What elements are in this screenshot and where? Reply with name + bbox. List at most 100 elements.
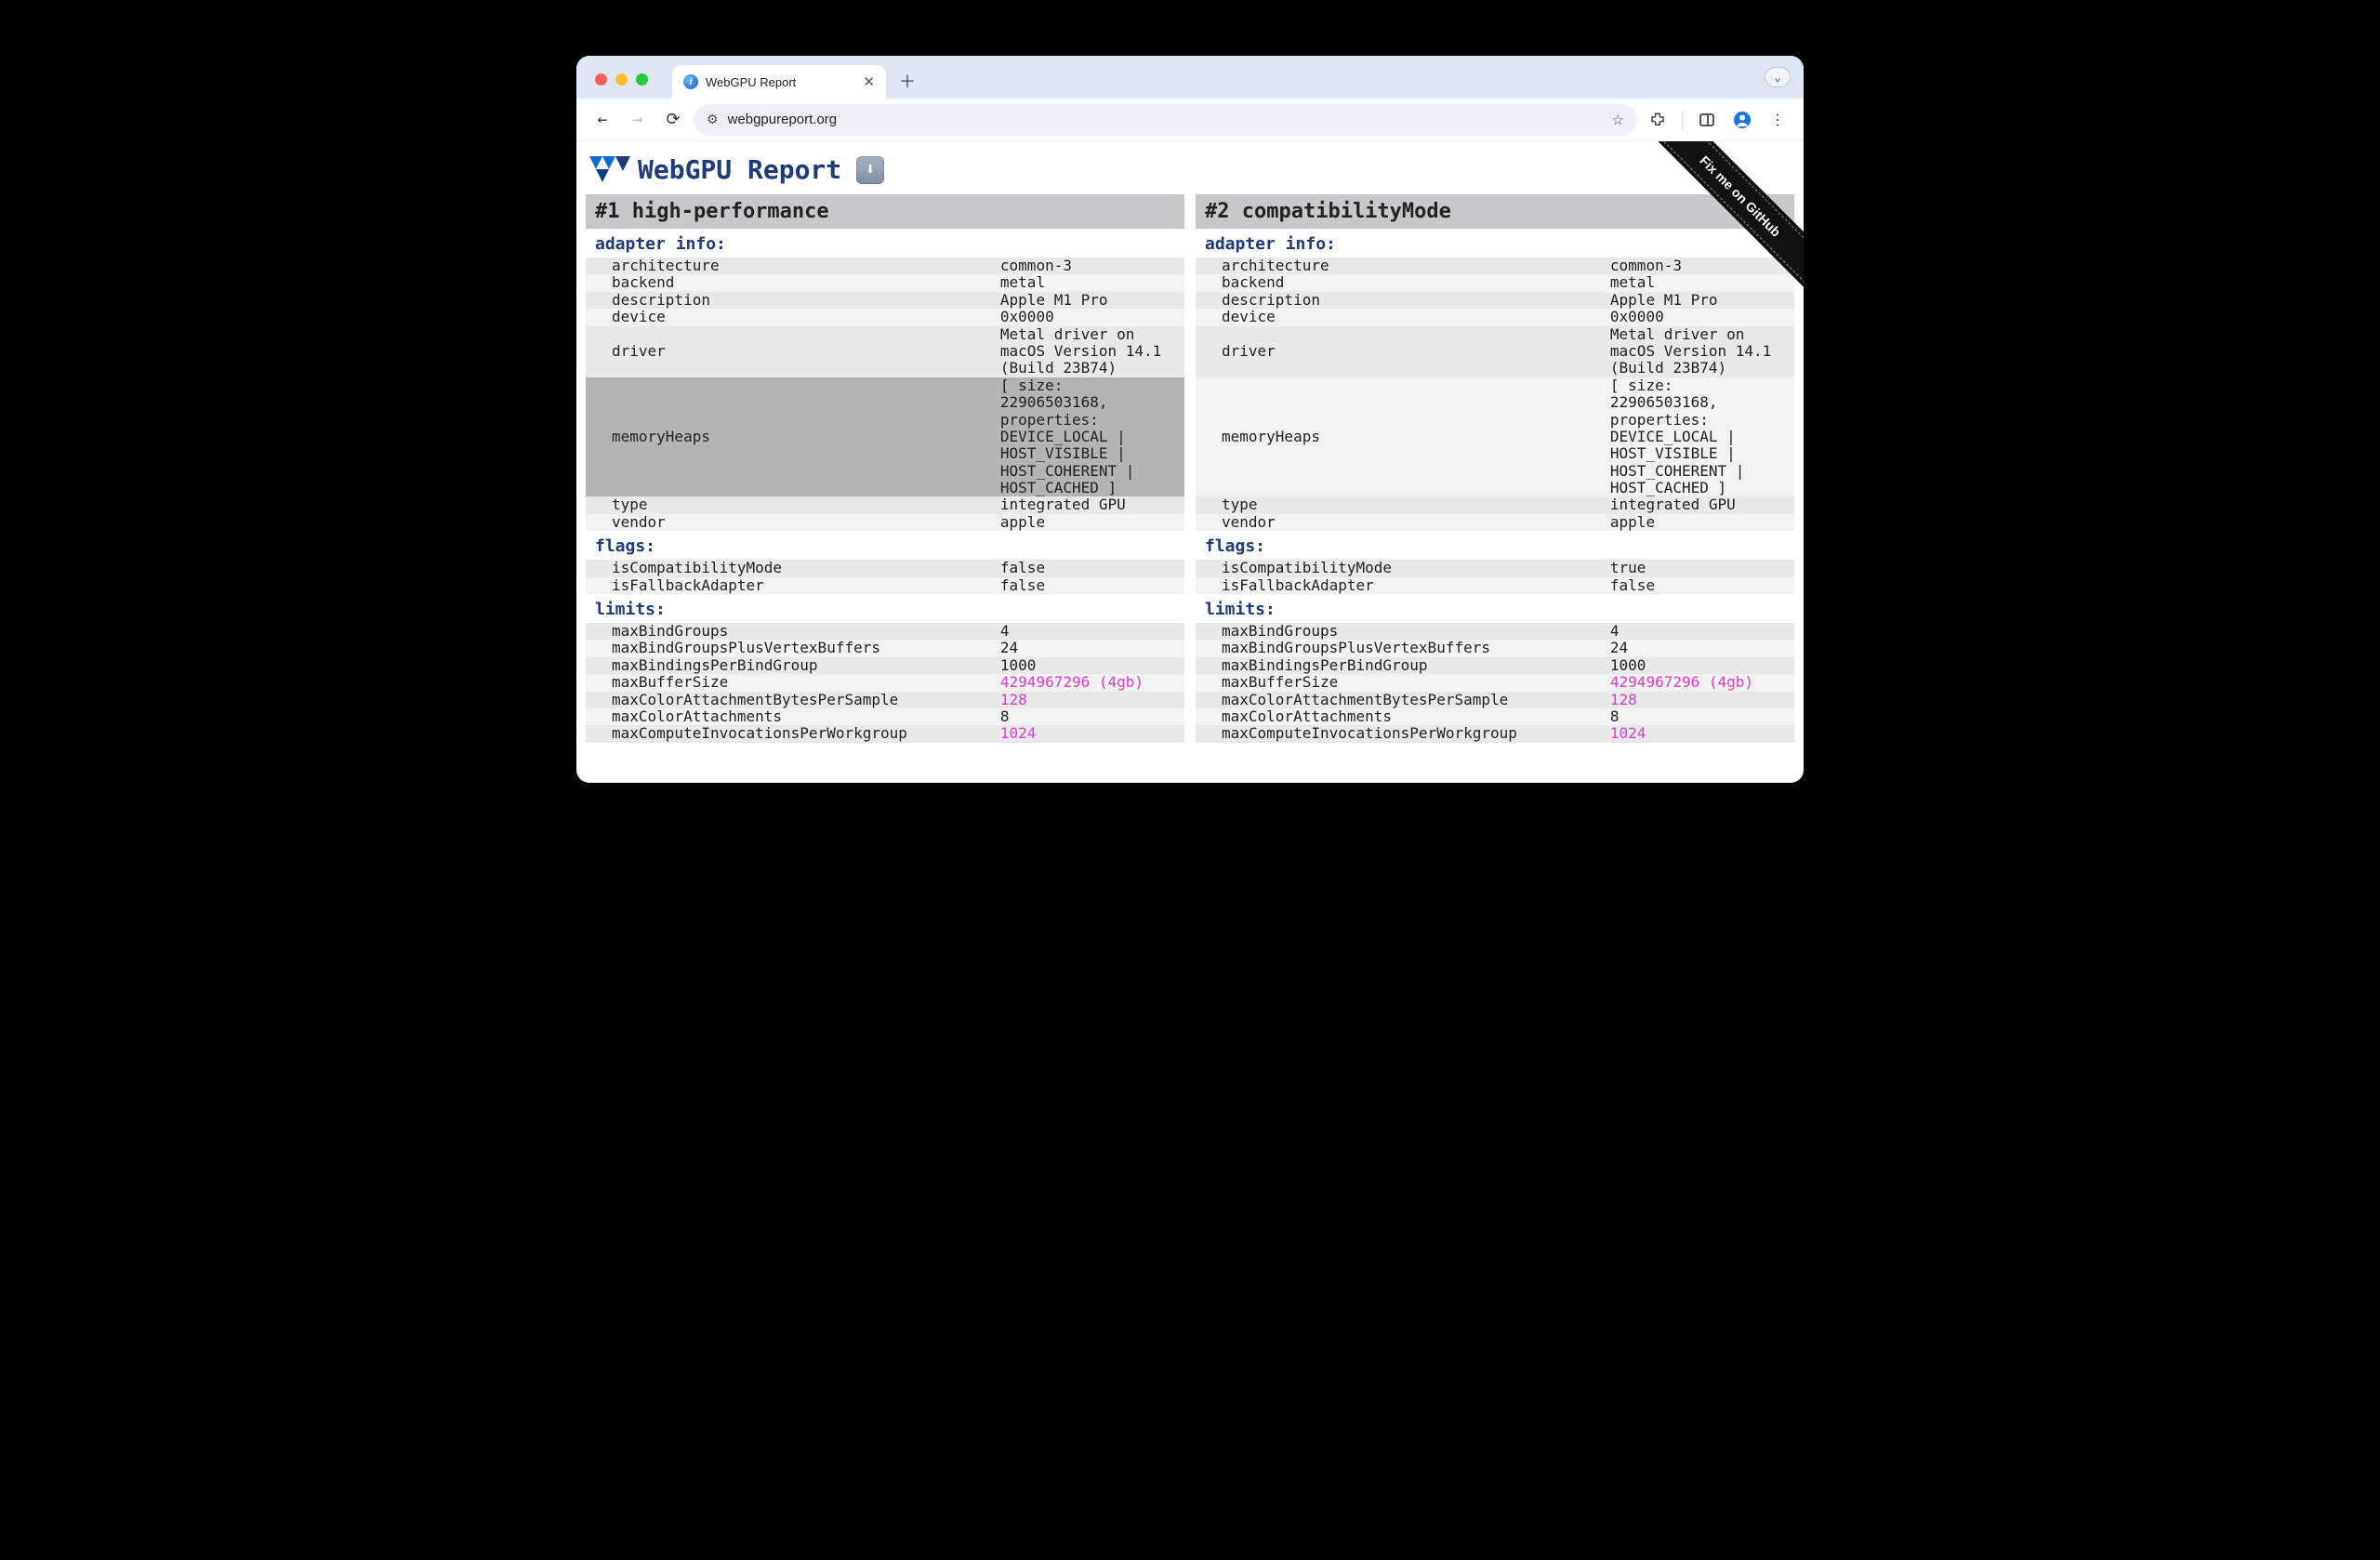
section-heading: limits: [1196,594,1794,623]
address-bar[interactable]: ⚙ webgpureport.org ☆ [694,104,1637,136]
table-row: maxComputeInvocationsPerWorkgroup1024 [586,725,1184,742]
row-value: 8 [1603,708,1794,725]
close-window-button[interactable] [595,73,607,86]
section-heading: flags: [1196,531,1794,560]
browser-window: i WebGPU Report ✕ ＋ ⌄ ← → ⟳ ⚙ webgpurepo… [576,56,1804,783]
kv-table: isCompatibilityModefalseisFallbackAdapte… [586,560,1184,594]
tab-list-button[interactable]: ⌄ [1765,67,1791,87]
row-value: 24 [1603,640,1794,656]
forward-button[interactable]: → [623,105,653,135]
row-value: apple [993,514,1184,531]
browser-tab[interactable]: i WebGPU Report ✕ [672,65,886,99]
sidepanel-icon[interactable] [1692,105,1722,135]
row-value: Apple M1 Pro [1603,292,1794,309]
reload-button[interactable]: ⟳ [658,105,688,135]
row-key: description [1196,292,1603,309]
profile-button[interactable] [1727,105,1757,135]
row-value: 8 [993,708,1184,725]
page-title: WebGPU Report [638,154,841,185]
row-value: false [993,560,1184,576]
row-key: maxColorAttachmentBytesPerSample [586,692,993,708]
table-row: isCompatibilityModetrue [1196,560,1794,576]
table-row: isFallbackAdapterfalse [1196,577,1794,594]
maximize-window-button[interactable] [636,73,648,86]
table-row: maxComputeInvocationsPerWorkgroup1024 [1196,725,1794,742]
row-key: architecture [1196,258,1603,274]
report-column: #2 compatibilityModeadapter info:archite… [1196,194,1794,743]
row-value: integrated GPU [993,496,1184,513]
table-row: maxColorAttachmentBytesPerSample128 [1196,692,1794,708]
table-row: vendorapple [586,514,1184,531]
new-tab-button[interactable]: ＋ [893,67,921,95]
url-text: webgpureport.org [728,112,838,127]
section-heading: adapter info: [1196,229,1794,258]
table-row: architecturecommon-3 [586,258,1184,274]
bookmark-star-icon[interactable]: ☆ [1612,112,1624,128]
page-header: WebGPU Report ⬇ [576,141,1804,194]
minimize-window-button[interactable] [615,73,628,86]
page-content: Fix me on GitHub WebGPU Report ⬇ #1 high… [576,141,1804,783]
download-button[interactable]: ⬇ [856,156,884,184]
table-row: backendmetal [1196,274,1794,291]
close-tab-button[interactable]: ✕ [863,73,875,90]
kv-table: maxBindGroups4maxBindGroupsPlusVertexBuf… [586,623,1184,743]
kv-table: architecturecommon-3backendmetaldescript… [1196,258,1794,531]
table-row: descriptionApple M1 Pro [586,292,1184,309]
row-key: memoryHeaps [586,377,993,497]
row-key: maxComputeInvocationsPerWorkgroup [1196,725,1603,742]
row-value: 4 [993,623,1184,640]
row-key: maxBindGroupsPlusVertexBuffers [586,640,993,656]
table-row: maxColorAttachments8 [586,708,1184,725]
section-heading: flags: [586,531,1184,560]
row-value: [ size: 22906503168, properties: DEVICE_… [1603,377,1794,497]
table-row: memoryHeaps[ size: 22906503168, properti… [1196,377,1794,497]
table-row: driverMetal driver on macOS Version 14.1… [586,326,1184,377]
row-value: Metal driver on macOS Version 14.1 (Buil… [1603,326,1794,377]
section-heading: adapter info: [586,229,1184,258]
table-row: maxColorAttachments8 [1196,708,1794,725]
row-key: driver [586,326,993,377]
row-key: maxBindGroups [586,623,993,640]
row-key: vendor [1196,514,1603,531]
row-value: metal [993,274,1184,291]
back-button[interactable]: ← [588,105,617,135]
row-key: type [586,496,993,513]
row-value: common-3 [1603,258,1794,274]
site-info-icon[interactable]: ⚙ [707,112,719,127]
row-value: false [1603,577,1794,594]
row-value: [ size: 22906503168, properties: DEVICE_… [993,377,1184,497]
row-value: Metal driver on macOS Version 14.1 (Buil… [993,326,1184,377]
row-value: apple [1603,514,1794,531]
row-key: type [1196,496,1603,513]
tab-title: WebGPU Report [706,75,855,89]
row-key: isFallbackAdapter [1196,577,1603,594]
table-row: device0x0000 [586,309,1184,325]
row-key: memoryHeaps [1196,377,1603,497]
table-row: maxBufferSize4294967296 (4gb) [1196,674,1794,691]
row-key: driver [1196,326,1603,377]
row-value: 0x0000 [1603,309,1794,325]
row-value: metal [1603,274,1794,291]
report-column: #1 high-performanceadapter info:architec… [586,194,1184,743]
row-key: backend [1196,274,1603,291]
row-value: false [993,577,1184,594]
webgpu-logo-icon [589,156,630,184]
row-key: maxBindingsPerBindGroup [1196,657,1603,674]
row-value: common-3 [993,258,1184,274]
table-row: typeintegrated GPU [586,496,1184,513]
report-columns: #1 high-performanceadapter info:architec… [576,194,1804,743]
row-value: 1024 [993,725,1184,742]
column-title: #2 compatibilityMode [1196,194,1794,229]
menu-button[interactable]: ⋮ [1763,105,1792,135]
extensions-icon[interactable] [1643,105,1673,135]
row-key: maxColorAttachments [1196,708,1603,725]
favicon-icon: i [683,74,698,89]
row-key: maxBindingsPerBindGroup [586,657,993,674]
table-row: descriptionApple M1 Pro [1196,292,1794,309]
table-row: maxBindingsPerBindGroup1000 [1196,657,1794,674]
table-row: maxBufferSize4294967296 (4gb) [586,674,1184,691]
table-row: maxBindGroups4 [1196,623,1794,640]
row-key: isCompatibilityMode [1196,560,1603,576]
row-value: 4294967296 (4gb) [993,674,1184,691]
row-key: maxBindGroups [1196,623,1603,640]
